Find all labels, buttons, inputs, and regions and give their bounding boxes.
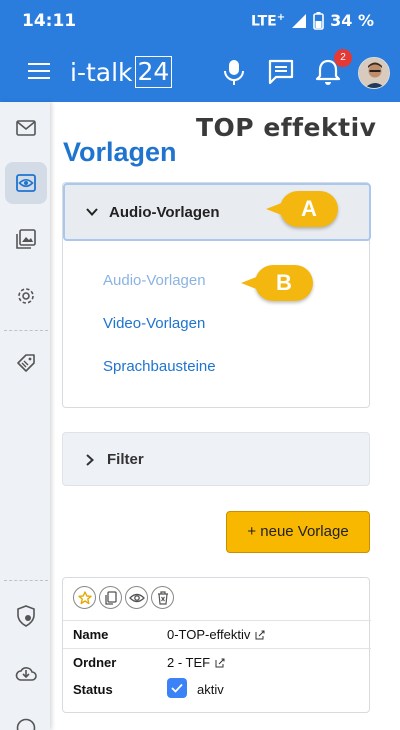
status-checkbox[interactable] xyxy=(167,678,187,698)
row-key: Ordner xyxy=(73,655,117,670)
chat-icon[interactable] xyxy=(267,58,295,86)
filter-panel[interactable]: Filter xyxy=(62,432,370,486)
nav-item-tags[interactable] xyxy=(5,342,47,384)
shield-icon xyxy=(17,605,35,627)
favorite-button[interactable] xyxy=(73,586,96,609)
template-actions xyxy=(73,586,174,609)
battery-level: 34 % xyxy=(330,11,374,30)
help-icon xyxy=(16,718,36,730)
nav-item-help[interactable] xyxy=(5,707,47,730)
delete-button[interactable] xyxy=(151,586,174,609)
page-title: Vorlagen xyxy=(63,137,177,167)
accordion-header-label: Audio-Vorlagen xyxy=(109,204,220,221)
new-template-button[interactable]: + neue Vorlage xyxy=(226,511,370,553)
tag-icon xyxy=(17,354,35,372)
row-value: 2 - TEF xyxy=(167,655,225,670)
chevron-down-icon xyxy=(86,208,98,216)
star-icon xyxy=(77,590,92,604)
app-bar: i-talk 24 2 xyxy=(0,44,400,102)
brand-logo: TOP effektiv xyxy=(196,113,377,142)
row-value: aktiv xyxy=(167,678,224,698)
link-video-vorlagen[interactable]: Video-Vorlagen xyxy=(103,315,205,332)
callout-a: A xyxy=(266,191,338,227)
row-key: Status xyxy=(73,682,113,697)
status-bar: 14:11 LTE+ 34 % xyxy=(0,0,400,44)
filter-label: Filter xyxy=(107,451,144,468)
nav-divider xyxy=(4,330,48,331)
check-icon xyxy=(171,683,183,693)
row-value: 0-TOP-effektiv xyxy=(167,627,265,642)
copy-button[interactable] xyxy=(99,586,122,609)
table-row: Ordner 2 - TEF xyxy=(63,648,371,676)
preview-button[interactable] xyxy=(125,586,148,609)
nav-divider xyxy=(4,580,48,581)
delete-icon xyxy=(157,590,168,605)
table-row: Status aktiv xyxy=(63,676,371,704)
nav-item-templates[interactable] xyxy=(5,162,47,204)
eye-icon xyxy=(128,593,145,602)
gear-icon xyxy=(18,288,34,304)
chevron-right-icon xyxy=(86,454,94,466)
avatar[interactable] xyxy=(358,57,390,89)
nav-item-download[interactable] xyxy=(5,652,47,694)
template-details: Name 0-TOP-effektiv Ordner 2 - TEF Statu… xyxy=(62,577,371,713)
image-icon xyxy=(16,229,36,249)
app-logo[interactable]: i-talk 24 xyxy=(70,56,173,88)
cloud-download-icon xyxy=(15,667,37,681)
signal-icon xyxy=(292,13,307,28)
mail-icon xyxy=(16,120,36,136)
notification-badge: 2 xyxy=(334,49,352,67)
edit-icon[interactable] xyxy=(255,630,265,640)
callout-b: B xyxy=(241,265,313,301)
link-audio-vorlagen[interactable]: Audio-Vorlagen xyxy=(103,272,206,289)
network-indicator: LTE+ xyxy=(251,11,286,30)
copy-icon xyxy=(104,590,117,605)
battery-icon xyxy=(313,11,324,30)
table-row: Name 0-TOP-effektiv xyxy=(63,620,371,648)
menu-icon[interactable] xyxy=(28,63,50,83)
row-key: Name xyxy=(73,627,109,642)
nav-item-media[interactable] xyxy=(5,218,47,260)
edit-icon[interactable] xyxy=(215,658,225,668)
status-time: 14:11 xyxy=(22,11,77,31)
nav-item-mail[interactable] xyxy=(5,107,47,149)
nav-item-settings[interactable] xyxy=(5,275,47,317)
status-indicators: LTE+ 34 % xyxy=(251,11,374,30)
side-navigation xyxy=(0,102,50,730)
eye-icon xyxy=(16,174,36,192)
mic-icon[interactable] xyxy=(222,58,246,86)
nav-item-privacy[interactable] xyxy=(5,595,47,637)
link-sprachbausteine[interactable]: Sprachbausteine xyxy=(103,358,216,375)
